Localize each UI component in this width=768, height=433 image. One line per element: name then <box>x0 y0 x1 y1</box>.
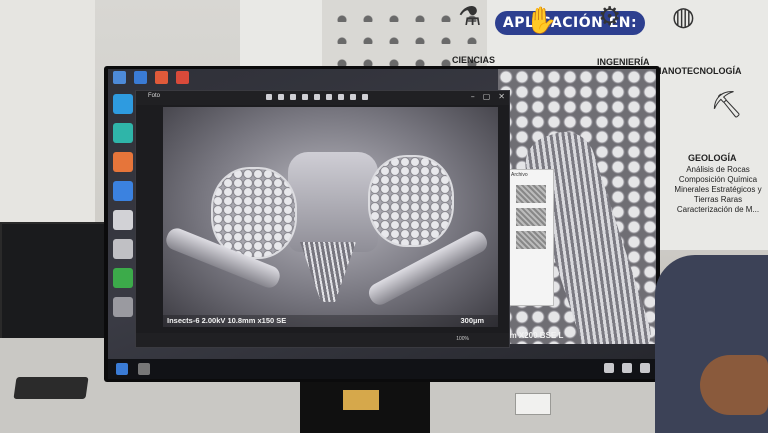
viewer-title: Foto <box>148 93 161 99</box>
desktop-icon[interactable] <box>113 239 133 259</box>
desktop-icon[interactable] <box>176 71 189 84</box>
desktop-icon[interactable] <box>113 297 133 317</box>
viewer-toolbar <box>266 94 368 100</box>
wall-outlet <box>515 393 551 415</box>
desktop-icon[interactable] <box>134 71 147 84</box>
taskbar-icons <box>116 363 150 375</box>
system-tray <box>604 363 650 373</box>
geology-line: Tierras Raras <box>693 195 743 204</box>
sem-acquisition-label: Insects-6 2.00kV 10.8mm x150 SE <box>167 316 287 325</box>
compound-eye-left <box>211 167 297 259</box>
window-controls: – ▢ ✕ <box>471 92 505 101</box>
thumbnail[interactable] <box>516 185 546 203</box>
viewer-titlebar[interactable]: Foto – ▢ ✕ <box>136 91 509 105</box>
delete-icon[interactable] <box>326 94 332 100</box>
insect-sem-image: Insects-6 2.00kV 10.8mm x150 SE 300µm <box>163 107 498 327</box>
keyboard <box>13 377 89 399</box>
sem-scale-label: 300µm <box>460 316 484 325</box>
close-icon[interactable]: ✕ <box>498 92 505 101</box>
hand-icon: ✋ <box>525 6 558 36</box>
geology-line: Análisis de Rocas <box>686 165 750 174</box>
thumbnail[interactable] <box>516 231 546 249</box>
desktop-icon[interactable] <box>155 71 168 84</box>
taskbar-app-icon[interactable] <box>138 363 150 375</box>
poster-label-nanotecnologia: NANOTECNOLOGÍA <box>655 66 742 76</box>
more-icon[interactable] <box>362 94 368 100</box>
minimize-icon[interactable]: – <box>471 92 475 101</box>
rotate-icon[interactable] <box>290 94 296 100</box>
thumbnail[interactable] <box>516 208 546 226</box>
maximize-icon[interactable]: ▢ <box>483 92 491 101</box>
flask-icon: ⚗ <box>458 2 482 32</box>
favorite-icon[interactable] <box>338 94 344 100</box>
insect-head <box>288 152 378 252</box>
person-hand <box>700 355 768 415</box>
poster-label-geologia: GEOLOGÍA <box>688 153 737 163</box>
poster-banner: APLICACIÓN EN: <box>495 11 645 35</box>
screen: 4mm X200 BSE L Archivo Foto – ▢ ✕ 100% I… <box>108 69 656 379</box>
poster-label-ciencias: CIENCIAS <box>452 55 496 65</box>
zoom-out-icon[interactable] <box>278 94 284 100</box>
file-panel-title: Archivo <box>511 172 528 178</box>
geologist-icon: ⛏ <box>710 90 744 120</box>
geology-line: Minerales Estratégicos y <box>674 185 762 194</box>
cardboard-box <box>343 390 379 410</box>
desktop-icon[interactable] <box>113 71 126 84</box>
compound-eye-right <box>368 155 454 247</box>
geology-line: Caracterización de M... <box>676 205 760 214</box>
file-panel[interactable]: Archivo <box>508 169 554 306</box>
desktop-icon[interactable] <box>113 181 133 201</box>
share-icon[interactable] <box>350 94 356 100</box>
geology-line: Composición Química <box>678 175 758 184</box>
white-wall-panel <box>0 0 95 260</box>
nano-sphere-icon: ◍ <box>672 2 695 32</box>
desktop-icon[interactable] <box>113 123 133 143</box>
desktop-icon[interactable] <box>113 268 133 288</box>
clock-icon[interactable] <box>640 363 650 373</box>
desktop-icon[interactable] <box>113 152 133 172</box>
start-icon[interactable] <box>116 363 128 375</box>
desktop-top-icons <box>113 71 189 84</box>
edit-icon[interactable] <box>314 94 320 100</box>
desktop-icon[interactable] <box>113 210 133 230</box>
crop-icon[interactable] <box>302 94 308 100</box>
geology-description: Análisis de Rocas Composición Química Mi… <box>668 165 768 215</box>
zoom-in-icon[interactable] <box>266 94 272 100</box>
desktop-icons-column <box>110 91 136 326</box>
zoom-level: 100% <box>456 336 469 342</box>
gear-icon: ⚙ <box>598 2 622 32</box>
viewer-statusbar: 100% <box>136 333 509 347</box>
desktop-icon[interactable] <box>113 94 133 114</box>
taskbar <box>108 359 656 379</box>
volume-icon[interactable] <box>622 363 632 373</box>
left-monitor <box>0 222 112 344</box>
sem-databar: Insects-6 2.00kV 10.8mm x150 SE 300µm <box>163 315 498 327</box>
network-icon[interactable] <box>604 363 614 373</box>
